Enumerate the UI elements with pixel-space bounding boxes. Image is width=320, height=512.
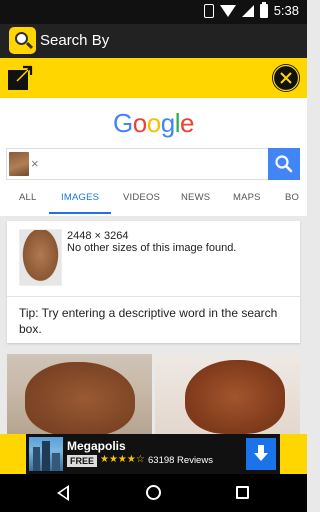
ad-download-button[interactable] — [246, 438, 276, 470]
image-dimensions: 2448 × 3264 — [67, 230, 129, 242]
close-icon — [272, 64, 300, 92]
ad-app-icon — [29, 437, 63, 471]
divider — [7, 296, 300, 297]
ad-review-count: 63198 Reviews — [148, 455, 213, 466]
search-tabs: ALL IMAGES VIDEOS NEWS MAPS BO — [0, 184, 307, 214]
tab-books[interactable]: BO — [285, 192, 299, 203]
ad-rating-stars: ★★★★☆ — [100, 454, 145, 465]
close-button[interactable] — [272, 64, 300, 92]
app-title: Search By — [40, 32, 110, 49]
recent-apps-icon[interactable] — [236, 486, 249, 499]
signal-icon — [241, 4, 254, 17]
expand-icon[interactable] — [7, 65, 33, 91]
status-bar: 5:38 — [0, 0, 307, 24]
search-icon — [275, 155, 293, 173]
navigation-bar — [0, 474, 307, 512]
ad-free-badge: FREE — [67, 455, 98, 467]
tab-videos[interactable]: VIDEOS — [123, 192, 160, 203]
app-logo-icon — [9, 27, 36, 54]
ad-content[interactable]: Megapolis FREE ★★★★☆ 63198 Reviews — [26, 434, 280, 474]
logo-letter: g — [160, 108, 175, 138]
action-toolbar — [0, 58, 307, 98]
ad-app-name: Megapolis — [67, 439, 126, 453]
battery-icon — [259, 1, 268, 18]
image-result[interactable] — [155, 354, 300, 434]
logo-letter: G — [113, 108, 133, 138]
no-sizes-message: No other sizes of this image found. — [67, 242, 237, 254]
dog-image — [25, 362, 135, 434]
ad-banner[interactable]: Megapolis FREE ★★★★☆ 63198 Reviews — [0, 434, 307, 474]
google-header: Google × ALL IMAGES VIDEOS NEWS MAPS BO — [0, 98, 307, 216]
logo-letter: o — [132, 108, 147, 138]
tab-all[interactable]: ALL — [19, 192, 37, 203]
web-view[interactable]: Google × ALL IMAGES VIDEOS NEWS MAPS BO … — [0, 98, 307, 434]
download-icon — [254, 445, 268, 461]
wifi-icon — [219, 4, 236, 17]
active-tab-indicator — [49, 212, 111, 214]
google-logo: Google — [0, 108, 307, 139]
vibrate-icon — [203, 3, 214, 18]
dog-image — [185, 360, 285, 434]
image-result[interactable] — [7, 354, 152, 434]
tip-text: Tip: Try entering a descriptive word in … — [19, 306, 278, 336]
tab-maps[interactable]: MAPS — [233, 192, 261, 203]
home-icon[interactable] — [146, 485, 161, 500]
query-image-thumbnail — [9, 152, 29, 176]
tab-news[interactable]: NEWS — [181, 192, 210, 203]
back-icon-inner — [60, 488, 67, 498]
query-image[interactable] — [19, 229, 62, 286]
search-box[interactable]: × — [6, 148, 300, 180]
remove-image-icon[interactable]: × — [31, 156, 39, 171]
logo-letter: o — [146, 108, 161, 138]
app-bar: Search By — [0, 24, 307, 58]
logo-letter: e — [179, 108, 194, 138]
tab-images[interactable]: IMAGES — [61, 192, 99, 203]
status-time: 5:38 — [273, 3, 299, 18]
image-info-card: 2448 × 3264 No other sizes of this image… — [7, 221, 300, 343]
search-button[interactable] — [268, 148, 300, 180]
